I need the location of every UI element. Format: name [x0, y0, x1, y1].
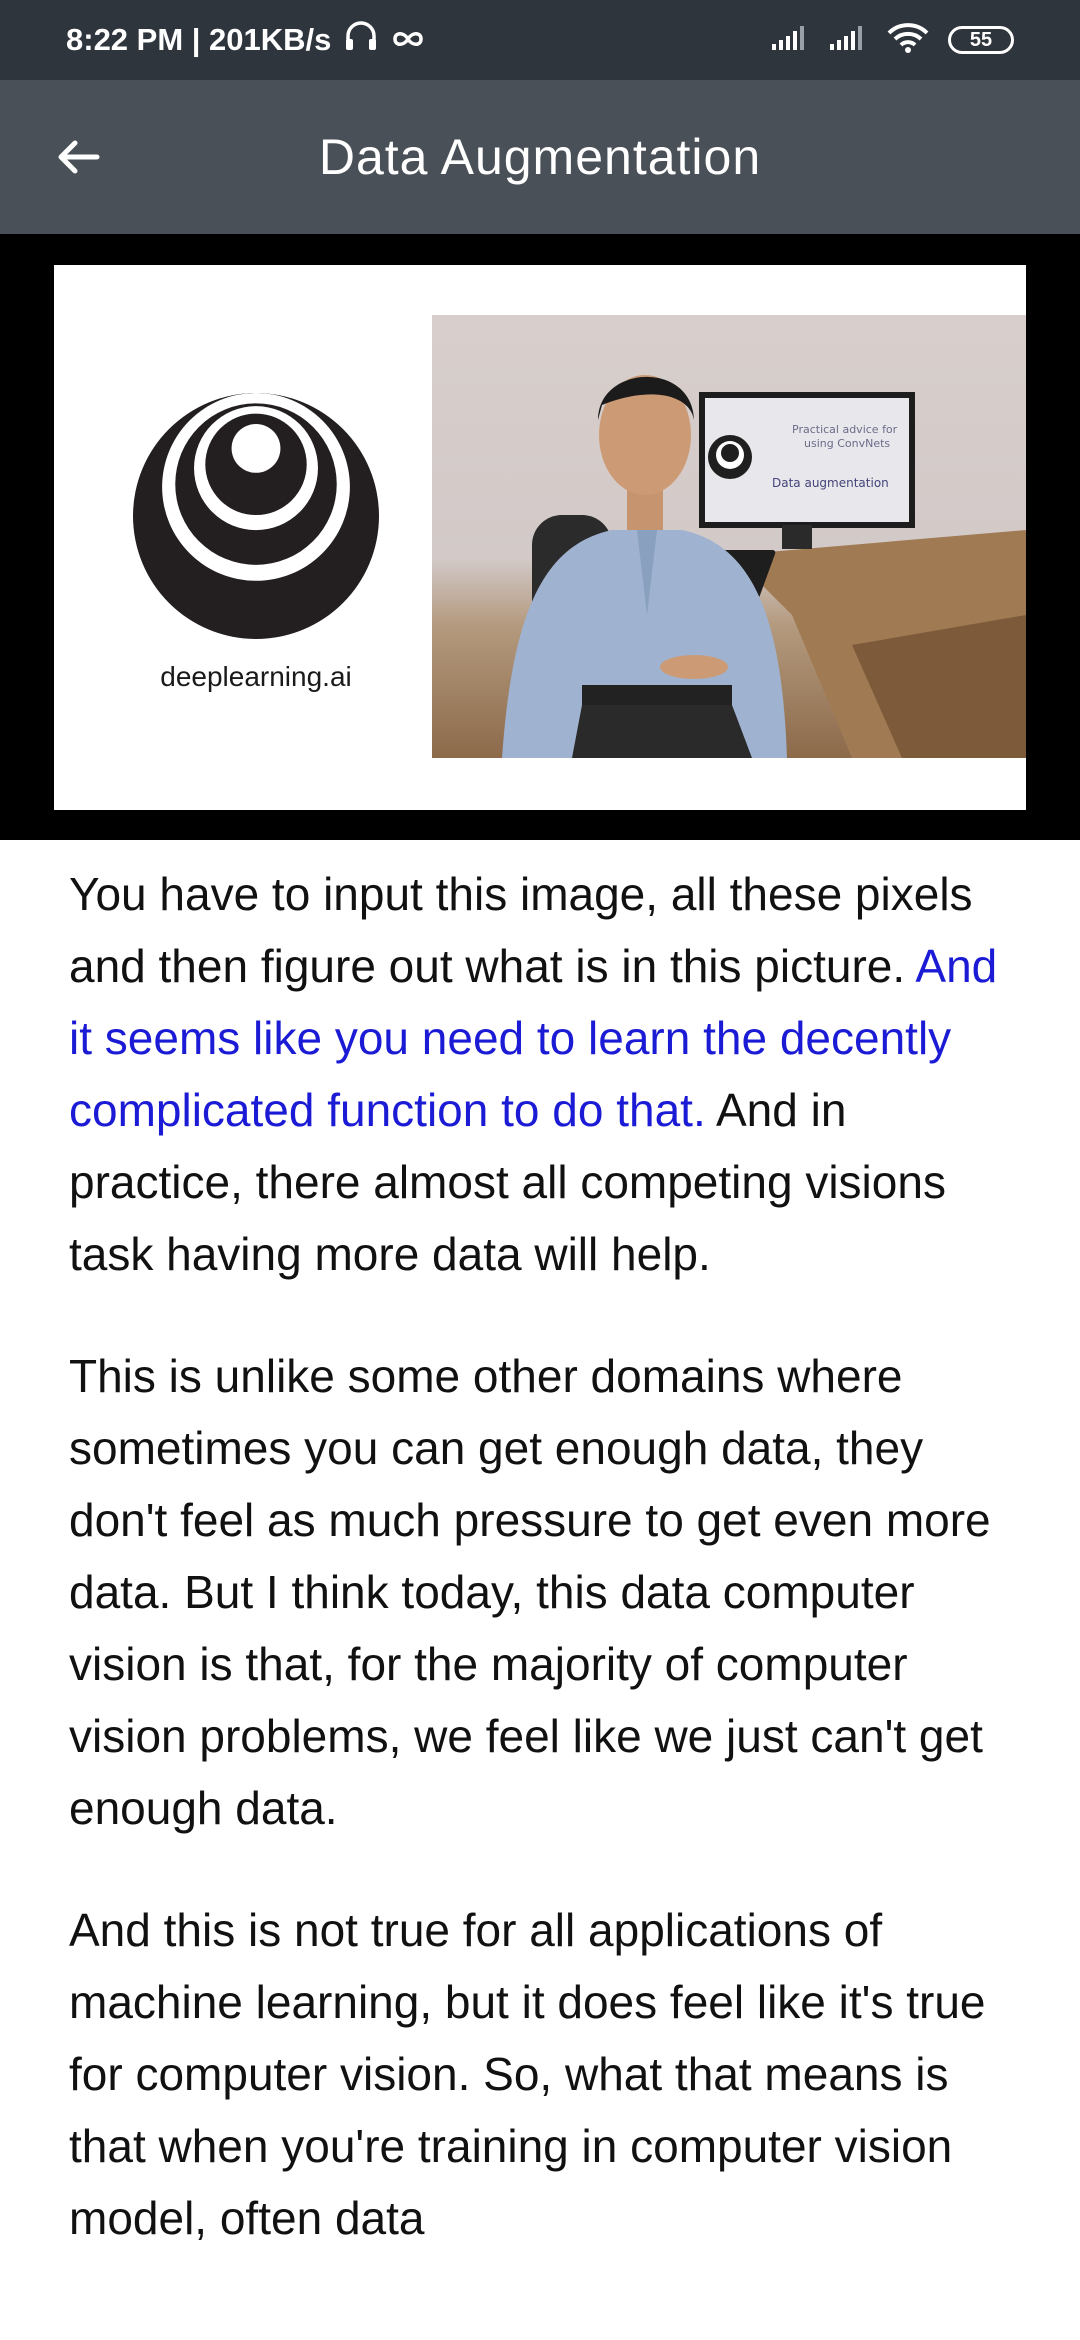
signal-icon-2: [828, 24, 868, 57]
screen-line-3: Data augmentation: [772, 476, 889, 490]
headphone-icon: [343, 19, 379, 61]
wifi-icon: [886, 22, 930, 59]
deeplearning-logo-icon: [133, 393, 379, 639]
battery-level: 55: [969, 28, 993, 51]
battery-icon: 55: [948, 26, 1014, 54]
transcript-text: You have to input this image, all these …: [69, 868, 973, 992]
app-bar: Data Augmentation: [0, 80, 1080, 234]
back-arrow-icon: [58, 140, 100, 174]
infinity-icon: [391, 22, 425, 58]
status-time-speed: 8:22 PM | 201KB/s: [66, 22, 332, 57]
transcript-paragraph-3: And this is not true for all application…: [69, 1904, 986, 2244]
transcript: You have to input this image, all these …: [69, 858, 1019, 2304]
signal-icon-1: [770, 24, 810, 57]
screen-line-2: using ConvNets: [804, 437, 890, 450]
page-title: Data Augmentation: [318, 129, 762, 185]
status-left: 8:22 PM | 201KB/s: [66, 19, 425, 61]
video-player[interactable]: deeplearning.ai Practical advice for usi…: [0, 234, 1080, 840]
transcript-paragraph-2: This is unlike some other domains where …: [69, 1350, 991, 1834]
transcript-paragraph-1: You have to input this image, all these …: [69, 858, 1019, 1290]
presenter-video: Practical advice for using ConvNets Data…: [432, 315, 1026, 758]
video-frame: deeplearning.ai Practical advice for usi…: [54, 265, 1026, 810]
screen-line-1: Practical advice for: [792, 423, 898, 436]
logo-text: deeplearning.ai: [160, 661, 352, 692]
deeplearning-logo: deeplearning.ai: [126, 393, 386, 693]
status-right: 55: [770, 22, 1014, 59]
status-bar: 8:22 PM | 201KB/s 55: [0, 0, 1080, 80]
back-button[interactable]: [30, 109, 126, 205]
